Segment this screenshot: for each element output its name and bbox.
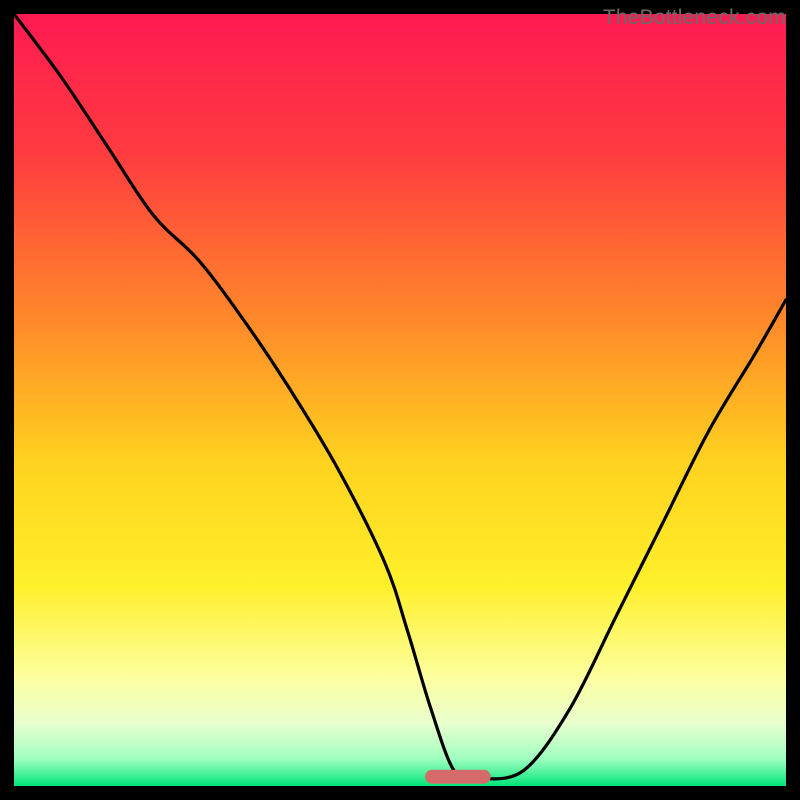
watermark-text: TheBottleneck.com — [603, 6, 786, 30]
chart-frame: TheBottleneck.com — [0, 0, 800, 800]
plot-area — [14, 14, 786, 786]
gradient-background — [14, 14, 786, 786]
chart-svg — [14, 14, 786, 786]
minimum-marker — [425, 770, 491, 784]
